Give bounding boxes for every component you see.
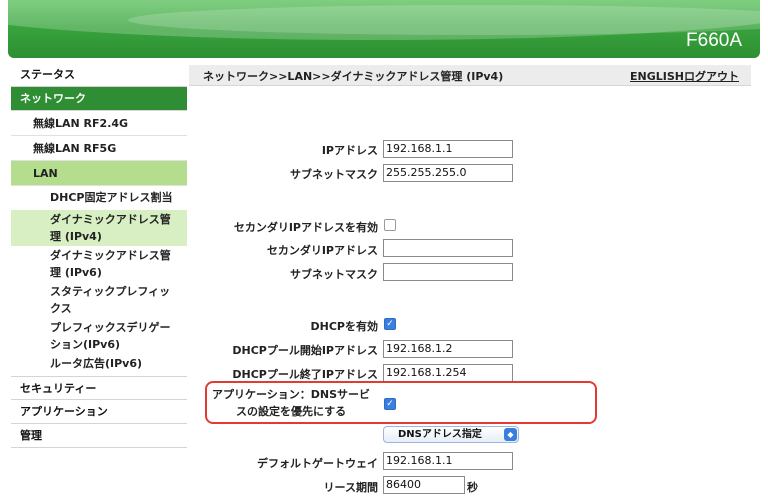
subnet-mask-field[interactable]: 255.255.255.0 [383, 164, 513, 182]
menu-admin[interactable]: 管理 [11, 424, 187, 448]
sidebar-item-dynamic-ipv4[interactable]: ダイナミックアドレス管理 (IPv4) [11, 210, 187, 246]
sidebar-item-wlan5[interactable]: 無線LAN RF5G [11, 136, 187, 161]
app-dns-label-line2: スの設定を優先にする [235, 405, 347, 418]
pool-start-field[interactable]: 192.168.1.2 [383, 340, 513, 358]
default-gateway-label: デフォルトゲートウェイ [257, 457, 378, 470]
secondary-ip-enable-checkbox[interactable] [384, 219, 396, 231]
sidebar-item-router-ad[interactable]: ルータ広告(IPv6) [11, 354, 187, 376]
menu-status[interactable]: ステータス [11, 63, 187, 87]
lease-unit: 秒 [467, 481, 478, 494]
secondary-ip-label: セカンダリIPアドレス [266, 244, 378, 257]
pool-end-label: DHCPプール終了IPアドレス [232, 368, 378, 381]
sidebar-item-prefix-delegation[interactable]: プレフィックスデリゲーション(IPv6) [11, 318, 187, 354]
sidebar-item-lan[interactable]: LAN [11, 161, 187, 186]
ip-address-label: IPアドレス [321, 144, 378, 157]
menu-security[interactable]: セキュリティー [11, 376, 187, 400]
dns-mode-value: DNSアドレス指定 [398, 429, 482, 440]
subnet-mask-label: サブネットマスク [290, 168, 378, 181]
header-banner: F660A [8, 0, 760, 58]
secondary-ip-field[interactable] [383, 239, 513, 257]
check-icon: ✓ [386, 399, 394, 409]
lease-time-label: リース期間 [323, 481, 378, 494]
dhcp-enable-checkbox[interactable]: ✓ [384, 318, 396, 330]
logout-link[interactable]: ログアウト [684, 70, 739, 83]
check-icon: ✓ [386, 319, 394, 329]
sidebar: ステータス ネットワーク 無線LAN RF2.4G 無線LAN RF5G LAN… [11, 63, 187, 448]
app-dns-label-line1: アプリケーション：DNSサービ [212, 388, 371, 401]
topbar: ネットワーク>>LAN>>ダイナミックアドレス管理 (IPv4) ENGLISH… [189, 65, 751, 86]
sidebar-item-wlan24[interactable]: 無線LAN RF2.4G [11, 111, 187, 136]
breadcrumb: ネットワーク>>LAN>>ダイナミックアドレス管理 (IPv4) [203, 70, 504, 83]
ip-address-field[interactable]: 192.168.1.1 [383, 140, 513, 158]
menu-network[interactable]: ネットワーク [11, 87, 187, 111]
pool-end-field[interactable]: 192.168.1.254 [383, 364, 513, 382]
sidebar-item-dynamic-ipv6[interactable]: ダイナミックアドレス管理 (IPv6) [11, 246, 187, 282]
menu-application[interactable]: アプリケーション [11, 400, 187, 424]
default-gateway-field[interactable]: 192.168.1.1 [383, 452, 513, 470]
english-link[interactable]: ENGLISH [630, 70, 684, 83]
dhcp-enable-label: DHCPを有効 [310, 320, 378, 333]
dns-mode-select[interactable]: DNSアドレス指定 ◆ [383, 426, 519, 443]
app-dns-priority-label: アプリケーション：DNSサービ スの設定を優先にする [212, 386, 370, 420]
secondary-ip-enable-label: セカンダリIPアドレスを有効 [233, 221, 378, 234]
updown-arrow-icon: ◆ [504, 428, 517, 441]
secondary-subnet-field[interactable] [383, 263, 513, 281]
top-nav: ENGLISHログアウト [630, 68, 739, 84]
app-dns-priority-checkbox[interactable]: ✓ [384, 398, 396, 410]
model-name: F660A [686, 30, 742, 51]
pool-start-label: DHCPプール開始IPアドレス [232, 344, 378, 357]
sidebar-item-static-prefix[interactable]: スタティックプレフィックス [11, 282, 187, 318]
lease-time-field[interactable]: 86400 [383, 476, 465, 494]
sidebar-item-dhcp-static[interactable]: DHCP固定アドレス割当 [11, 186, 187, 210]
secondary-subnet-label: サブネットマスク [290, 268, 378, 281]
